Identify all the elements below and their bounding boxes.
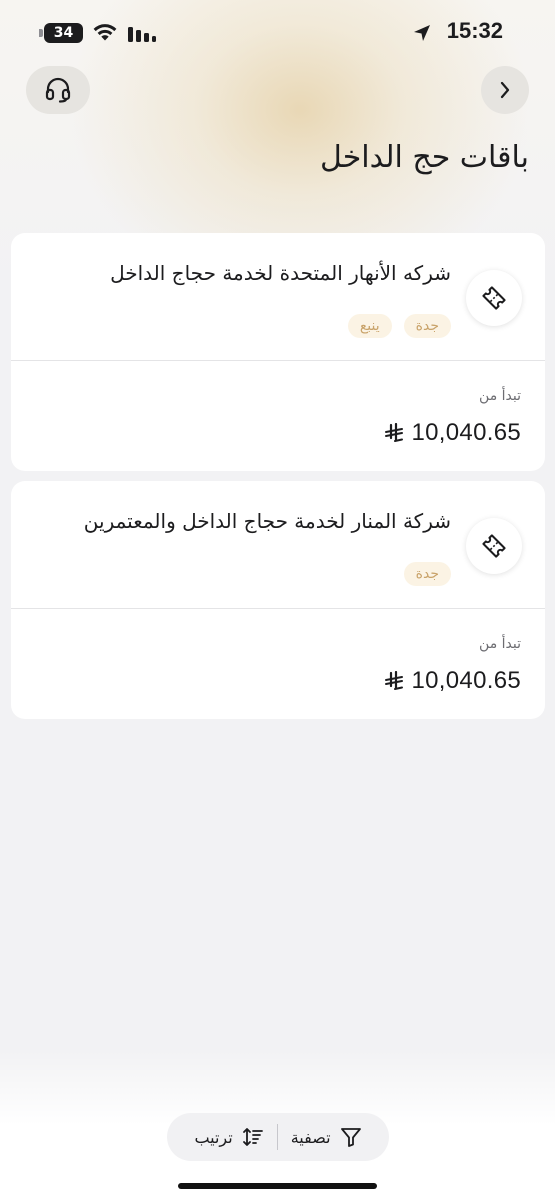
package-card-header: شركه الأنهار المتحدة لخدمة حجاج الداخل ج… — [11, 233, 545, 360]
city-tag: جدة — [403, 562, 451, 586]
headset-icon — [45, 77, 71, 103]
home-indicator — [178, 1183, 377, 1189]
package-price-section: تبدأ من 10,040.65 — [11, 361, 545, 471]
city-tags: جدة ينبع — [347, 314, 451, 338]
sort-label: ترتيب — [194, 1127, 233, 1147]
riyal-symbol-icon — [384, 671, 404, 691]
city-tags: جدة — [403, 562, 451, 586]
sort-icon — [242, 1128, 263, 1146]
battery-level: 34 — [53, 25, 74, 41]
ticket-icon — [482, 534, 506, 558]
filter-label: تصفية — [290, 1127, 331, 1147]
package-name: شركة المنار لخدمة حجاج الداخل والمعتمرين — [83, 509, 451, 533]
ticket-icon-badge — [466, 518, 522, 574]
battery-cap — [39, 29, 43, 37]
location-arrow-icon — [414, 25, 430, 41]
sort-button[interactable]: ترتيب — [181, 1113, 276, 1161]
package-price: 10,040.65 — [411, 667, 521, 694]
price-row: 10,040.65 — [384, 667, 521, 695]
status-time: 15:32 — [446, 18, 503, 43]
package-card[interactable]: شركة المنار لخدمة حجاج الداخل والمعتمرين… — [11, 481, 545, 719]
support-button[interactable] — [26, 66, 90, 114]
signal-icon — [128, 27, 156, 42]
price-from-label: تبدأ من — [479, 636, 521, 652]
package-card[interactable]: شركه الأنهار المتحدة لخدمة حجاج الداخل ج… — [11, 233, 545, 471]
ticket-icon — [482, 286, 506, 310]
filter-sort-bar: ترتيب تصفية — [167, 1113, 389, 1161]
wifi-icon — [93, 24, 117, 41]
package-price-section: تبدأ من 10,040.65 — [11, 609, 545, 719]
filter-icon — [340, 1128, 361, 1147]
filter-button[interactable]: تصفية — [278, 1113, 375, 1161]
page-title: باقات حج الداخل — [319, 140, 529, 175]
city-tag: ينبع — [347, 314, 392, 338]
riyal-symbol-icon — [384, 423, 404, 443]
ticket-icon-badge — [466, 270, 522, 326]
chevron-right-icon — [500, 81, 510, 99]
city-tag: جدة — [403, 314, 451, 338]
back-button[interactable] — [481, 66, 529, 114]
package-card-header: شركة المنار لخدمة حجاج الداخل والمعتمرين… — [11, 481, 545, 608]
battery-icon: 34 — [44, 23, 83, 43]
status-bar: 34 15:32 — [0, 0, 555, 64]
price-row: 10,040.65 — [384, 419, 521, 447]
package-name: شركه الأنهار المتحدة لخدمة حجاج الداخل — [110, 261, 451, 285]
price-from-label: تبدأ من — [479, 388, 521, 404]
package-price: 10,040.65 — [411, 419, 521, 446]
